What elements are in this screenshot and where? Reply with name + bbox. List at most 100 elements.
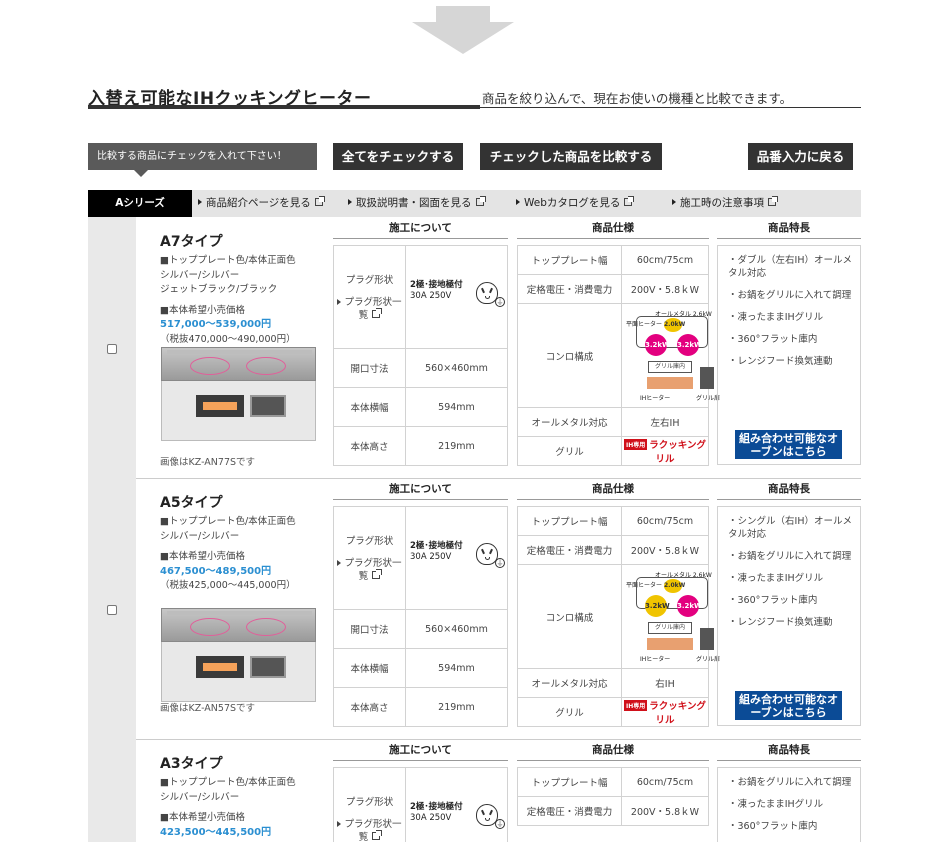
top-width-label: トッププレート幅: [517, 245, 622, 275]
voltage-label: 定格電圧・消費電力: [517, 796, 622, 826]
check-all-button[interactable]: 全てをチェックする: [333, 143, 463, 170]
price-label: ■本体希望小売価格: [160, 551, 245, 562]
features-header: 商品特長: [717, 741, 861, 761]
external-link-icon: [372, 830, 383, 840]
features-list: ・お鍋をグリルに入れて調理 ・凍ったままIHグリル ・360°フラット庫内: [717, 767, 861, 842]
product-intro-label: 商品紹介ページを見る: [206, 197, 311, 209]
price-label: ■本体希望小売価格: [160, 304, 245, 316]
konro-mid-burner: 2.0kW: [664, 579, 685, 593]
plug-shape-label: プラグ形状: [345, 536, 394, 547]
konro-mid-burner: 2.0kW: [664, 318, 685, 332]
web-catalog-link[interactable]: Webカタログを見る: [516, 190, 635, 217]
tab-a-series[interactable]: Aシリーズ: [88, 190, 192, 217]
product-image: [161, 347, 316, 441]
feature-item: ・レンジフード換気連動: [728, 617, 833, 628]
plug-outlet-icon: ⏚: [476, 282, 505, 307]
external-link-icon: [624, 196, 635, 206]
plug-value: 2極･接地極付: [410, 280, 463, 290]
feature-item: ・360°フラット庫内: [728, 334, 818, 345]
spec-table: トッププレート幅 60cm/75cm 定格電圧・消費電力 200V・5.8ｋW コン…: [517, 245, 720, 466]
manual-link[interactable]: 取扱説明書・図面を見る: [348, 190, 486, 217]
compare-checked-button[interactable]: チェックした商品を比較する: [480, 143, 662, 170]
feature-item: ・凍ったままIHグリル: [728, 573, 824, 584]
konro-label: コンロ構成: [517, 564, 622, 669]
triangle-right-icon: [348, 199, 352, 205]
spec-table: トッププレート幅 60cm/75cm 定格電圧・消費電力 200V・5.8ｋW: [517, 767, 709, 826]
feature-item: ・360°フラット庫内: [728, 595, 818, 606]
product-row-a3: A3タイプ ■トッププレート色/本体正面色 シルバー/シルバー ■本体希望小売価…: [88, 739, 861, 842]
select-checkbox-a5[interactable]: [107, 605, 117, 615]
plug-rating: 30A 250V: [410, 291, 452, 301]
voltage-value: 200V・5.8ｋW: [621, 796, 709, 826]
allmetal-label: オールメタル対応: [517, 668, 622, 698]
opening-label: 開口寸法: [333, 348, 406, 388]
construction-table: プラグ形状 プラグ形状一覧 2極･接地極付 30A 250V ⏚ 開口寸法 560×…: [333, 506, 508, 727]
external-link-icon: [314, 196, 325, 206]
grill-label: グリル: [517, 436, 622, 466]
konro-label: コンロ構成: [517, 303, 622, 408]
width-label: 本体横幅: [333, 648, 406, 688]
plug-list-link[interactable]: プラグ形状一覧: [336, 818, 403, 842]
install-notes-label: 施工時の注意事項: [680, 197, 764, 209]
price-tax-excluded: （税抜470,000〜490,000円）: [160, 333, 296, 345]
feature-item: ・レンジフード換気連動: [728, 356, 833, 367]
color-label: ■トッププレート色/本体正面色: [160, 777, 296, 788]
feature-item: ・360°フラット庫内: [728, 821, 818, 832]
voltage-label: 定格電圧・消費電力: [517, 535, 622, 565]
opening-label: 開口寸法: [333, 609, 406, 649]
spec-table: トッププレート幅 60cm/75cm 定格電圧・消費電力 200V・5.8ｋW コン…: [517, 506, 720, 727]
spec-header: 商品仕様: [517, 480, 709, 500]
height-label: 本体高さ: [333, 426, 406, 466]
plug-shape-label: プラグ形状: [345, 275, 394, 286]
combo-oven-button[interactable]: 組み合わせ可能なオーブンはこちら: [735, 430, 842, 459]
opening-value: 560×460mm: [405, 348, 508, 388]
plug-list-link[interactable]: プラグ形状一覧: [336, 296, 403, 322]
product-image: [161, 608, 316, 702]
allmetal-label: オールメタル対応: [517, 407, 622, 437]
grill-label: グリル: [517, 697, 622, 727]
konro-ih-label: IHヒーター: [640, 656, 671, 663]
color-label: ■トッププレート色/本体正面色: [160, 255, 296, 266]
product-name: A7タイプ: [160, 234, 223, 250]
product-name: A5タイプ: [160, 495, 223, 511]
feature-item: ・ダブル（左右IH）オールメタル対応: [728, 255, 852, 279]
price-label: ■本体希望小売価格: [160, 812, 245, 823]
height-value: 219mm: [405, 426, 508, 466]
external-link-icon: [372, 308, 383, 318]
select-checkbox-a7[interactable]: [107, 344, 117, 354]
top-width-value: 60cm/75cm: [621, 767, 709, 797]
voltage-label: 定格電圧・消費電力: [517, 274, 622, 304]
web-catalog-label: Webカタログを見る: [524, 197, 621, 209]
width-value: 594mm: [405, 648, 508, 688]
image-caption: 画像はKZ-AN57Sです: [160, 703, 256, 714]
top-width-label: トッププレート幅: [517, 506, 622, 536]
check-column: [88, 217, 136, 479]
combo-oven-button[interactable]: 組み合わせ可能なオーブンはこちら: [735, 691, 842, 720]
features-header: 商品特長: [717, 480, 861, 500]
konro-grill-box: グリル庫内: [648, 361, 692, 373]
allmetal-value: 右IH: [621, 668, 709, 698]
construction-header: 施工について: [333, 219, 508, 239]
construction-header: 施工について: [333, 480, 508, 500]
install-notes-link[interactable]: 施工時の注意事項: [672, 190, 778, 217]
features-header: 商品特長: [717, 219, 861, 239]
color-label: ■トッププレート色/本体正面色: [160, 516, 296, 527]
grill-brand-tag: IH専用: [624, 700, 648, 711]
external-link-icon: [475, 196, 486, 206]
konro-right-burner: 3.2kW: [677, 595, 702, 617]
top-width-label: トッププレート幅: [517, 767, 622, 797]
product-intro-link[interactable]: 商品紹介ページを見る: [198, 190, 325, 217]
plug-rating: 30A 250V: [410, 552, 452, 562]
plug-list-link[interactable]: プラグ形状一覧: [336, 557, 403, 583]
back-to-part-number-button[interactable]: 品番入力に戻る: [748, 143, 853, 170]
product-info: ■トッププレート色/本体正面色 シルバー/シルバー ■本体希望小売価格 423,…: [160, 776, 330, 840]
check-column: [88, 739, 136, 842]
color-value: シルバー/シルバー: [160, 530, 240, 542]
subtitle-underline: [477, 107, 861, 108]
height-label: 本体高さ: [333, 687, 406, 727]
feature-item: ・お鍋をグリルに入れて調理: [728, 290, 852, 301]
price-tax-excluded: （税抜425,000〜445,000円）: [160, 580, 296, 591]
konro-left-burner: 3.2kW: [645, 334, 670, 356]
feature-item: ・お鍋をグリルに入れて調理: [728, 551, 852, 562]
grill-value: IH専用 ラクッキングリル: [621, 436, 709, 466]
